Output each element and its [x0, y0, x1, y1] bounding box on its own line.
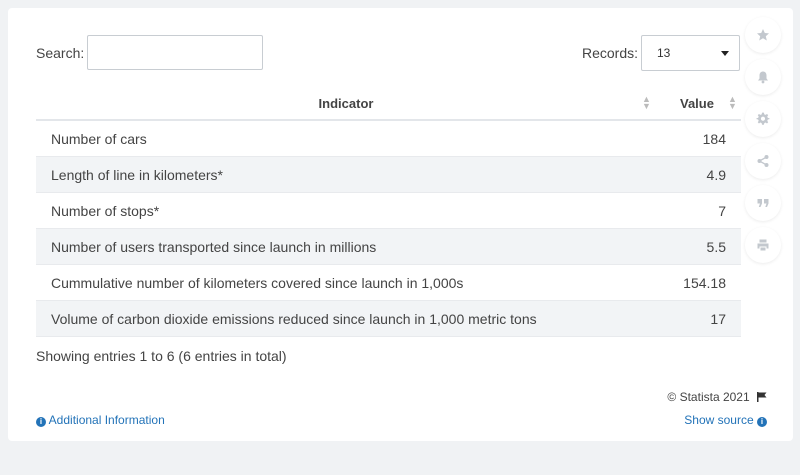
table-row: Length of line in kilometers* 4.9 — [36, 157, 741, 193]
print-icon — [757, 239, 769, 251]
info-icon: i — [36, 417, 46, 427]
action-sidebar — [745, 17, 781, 269]
sort-icon[interactable]: ▲ ▼ — [728, 95, 737, 111]
info-icon: i — [757, 417, 767, 427]
column-header-indicator[interactable]: Indicator — [36, 96, 656, 111]
records-label: Records: — [582, 45, 639, 61]
indicator-cell: Volume of carbon dioxide emissions reduc… — [51, 311, 537, 327]
records-select[interactable]: 13 — [641, 35, 740, 71]
indicator-cell: Number of users transported since launch… — [51, 239, 377, 255]
value-cell: 7 — [718, 203, 726, 219]
additional-information-label: Additional Information — [48, 413, 165, 427]
additional-information-link[interactable]: i Additional Information — [36, 413, 165, 427]
statistic-card: Search: Records: 13 Indicator ▲ ▼ Value ▲… — [8, 8, 793, 441]
star-icon — [757, 29, 769, 41]
value-cell: 184 — [702, 131, 726, 147]
share-icon — [757, 155, 769, 167]
favorite-button[interactable] — [745, 17, 781, 53]
indicator-cell: Cummulative number of kilometers covered… — [51, 275, 464, 291]
notification-button[interactable] — [745, 59, 781, 95]
show-source-label: Show source — [684, 413, 754, 427]
indicator-cell: Number of cars — [51, 131, 147, 147]
quote-icon — [757, 199, 769, 207]
search-label: Search: — [36, 45, 85, 61]
chevron-down-icon — [721, 51, 729, 56]
value-cell: 154.18 — [683, 275, 726, 291]
table-header: Indicator ▲ ▼ Value ▲ ▼ — [36, 88, 741, 121]
copyright-text: © Statista 2021 — [667, 390, 750, 404]
value-cell: 5.5 — [706, 239, 726, 255]
indicator-cell: Length of line in kilometers* — [51, 167, 223, 183]
print-button[interactable] — [745, 227, 781, 263]
copyright: © Statista 2021 — [667, 390, 767, 404]
sort-icon[interactable]: ▲ ▼ — [642, 95, 651, 111]
table-row: Volume of carbon dioxide emissions reduc… — [36, 301, 741, 337]
value-cell: 17 — [710, 311, 726, 327]
settings-button[interactable] — [745, 101, 781, 137]
show-source-link[interactable]: Show source i — [684, 413, 767, 427]
column-header-value[interactable]: Value — [680, 96, 714, 111]
table-row: Number of users transported since launch… — [36, 229, 741, 265]
table-row: Number of cars 184 — [36, 121, 741, 157]
indicator-cell: Number of stops* — [51, 203, 160, 219]
data-table: Indicator ▲ ▼ Value ▲ ▼ Number of cars 184… — [36, 88, 741, 337]
gear-icon — [756, 112, 770, 125]
table-row: Number of stops* 7 — [36, 193, 741, 229]
flag-icon[interactable] — [757, 392, 767, 402]
records-select-value: 13 — [657, 46, 671, 60]
entries-info: Showing entries 1 to 6 (6 entries in tot… — [36, 348, 287, 364]
value-cell: 4.9 — [706, 167, 726, 183]
bell-icon — [758, 71, 768, 84]
table-row: Cummulative number of kilometers covered… — [36, 265, 741, 301]
share-button[interactable] — [745, 143, 781, 179]
search-input[interactable] — [87, 35, 263, 70]
cite-button[interactable] — [745, 185, 781, 221]
